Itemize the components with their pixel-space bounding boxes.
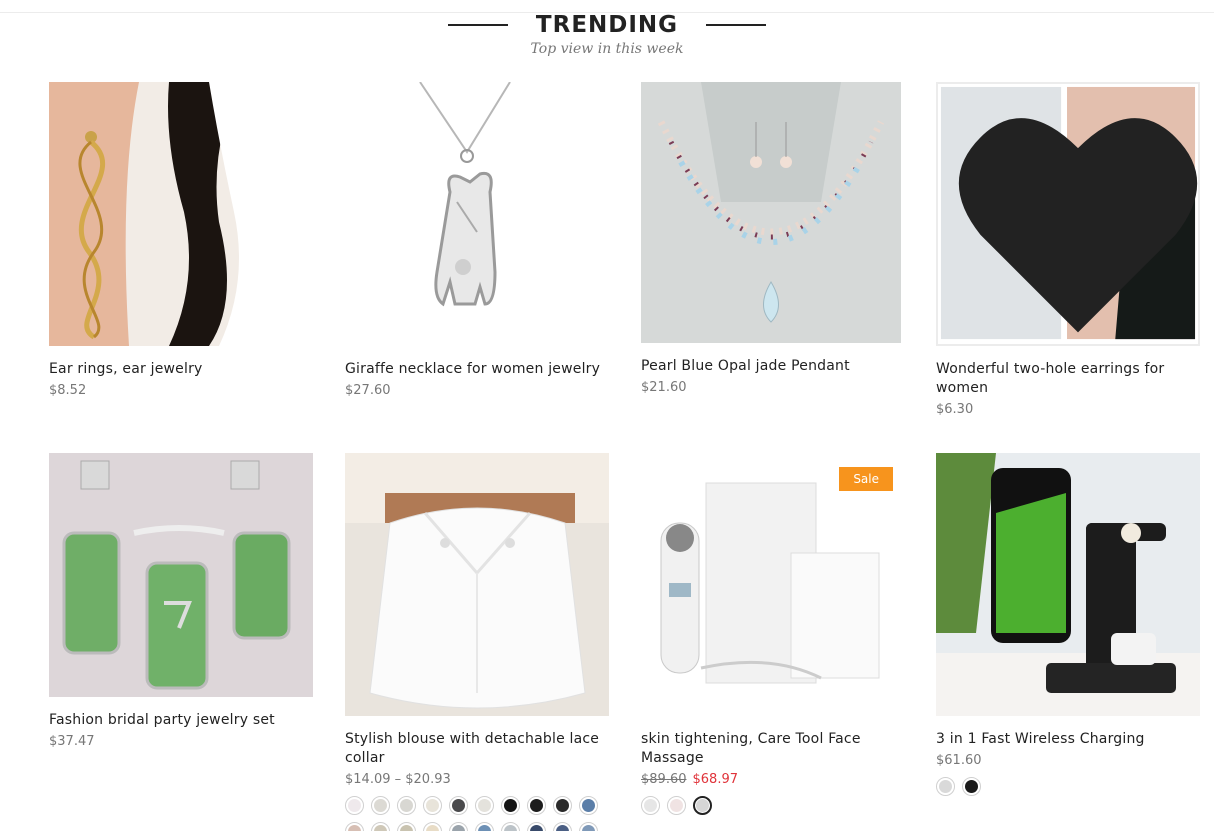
product-old-price: $89.60 [641, 772, 687, 787]
product-name[interactable]: Giraffe necklace for women jewelry [345, 360, 609, 379]
color-swatch[interactable] [475, 796, 494, 815]
product-image-wireless-charger[interactable] [936, 453, 1200, 716]
section-title: TRENDING [535, 12, 679, 38]
product-image-earring[interactable] [49, 82, 313, 346]
product-card[interactable]: Ear rings, ear jewelry $8.52 [49, 82, 313, 400]
product-card[interactable]: Stylish blouse with detachable lace coll… [345, 453, 609, 831]
color-swatch[interactable] [553, 796, 572, 815]
color-swatch[interactable] [641, 796, 660, 815]
product-price: $6.30 [936, 402, 974, 417]
color-swatch[interactable] [475, 822, 494, 831]
color-swatch[interactable] [553, 822, 572, 831]
color-swatch[interactable] [397, 822, 416, 831]
product-card[interactable]: Fashion bridal party jewelry set $37.47 [49, 453, 313, 751]
product-name[interactable]: 3 in 1 Fast Wireless Charging [936, 730, 1200, 749]
color-swatch[interactable] [371, 796, 390, 815]
product-name[interactable]: Wonderful two-hole earrings for women [936, 360, 1200, 398]
product-name[interactable]: Stylish blouse with detachable lace coll… [345, 730, 609, 768]
product-card[interactable]: Wonderful two-hole earrings for women $6… [936, 82, 1200, 419]
color-swatch[interactable] [579, 796, 598, 815]
product-price: $61.60 [936, 753, 982, 768]
color-swatch[interactable] [501, 796, 520, 815]
product-name[interactable]: Fashion bridal party jewelry set [49, 711, 313, 730]
product-image-chain-earrings[interactable] [936, 82, 1200, 346]
product-image-face-massager[interactable]: Sale [641, 453, 905, 716]
heart-icon[interactable] [948, 94, 1200, 346]
color-swatch[interactable] [936, 777, 955, 796]
color-swatch[interactable] [371, 822, 390, 831]
product-price: $89.60 $68.97 [641, 771, 905, 789]
product-image-jade-set[interactable] [49, 453, 313, 697]
color-swatches [641, 796, 911, 815]
product-name[interactable]: skin tightening, Care Tool Face Massage [641, 730, 905, 768]
color-swatches [936, 777, 1206, 796]
color-swatch[interactable] [579, 822, 598, 831]
product-image-pearl-necklace[interactable] [641, 82, 901, 343]
color-swatch[interactable] [345, 796, 364, 815]
heading-rule-left [447, 24, 508, 26]
color-swatch[interactable] [423, 796, 442, 815]
product-sale-price: $68.97 [692, 772, 739, 787]
product-card[interactable]: Pearl Blue Opal jade Pendant $21.60 [641, 82, 905, 397]
product-card[interactable]: Sale skin tightening, Care Tool Face Mas… [641, 453, 905, 815]
color-swatches [345, 796, 615, 831]
product-card[interactable]: Giraffe necklace for women jewelry $27.6… [345, 82, 609, 400]
color-swatch[interactable] [527, 822, 546, 831]
heading-rule-right [706, 24, 767, 26]
product-price: $27.60 [345, 383, 391, 398]
section-heading: TRENDING Top view in this week [0, 10, 1214, 57]
color-swatch[interactable] [693, 796, 712, 815]
color-swatch[interactable] [345, 822, 364, 831]
product-image-giraffe[interactable] [345, 82, 609, 346]
product-card[interactable]: 3 in 1 Fast Wireless Charging $61.60 [936, 453, 1200, 796]
product-price: $8.52 [49, 383, 87, 398]
sale-badge: Sale [839, 467, 893, 491]
section-subtitle: Top view in this week [530, 41, 684, 57]
color-swatch[interactable] [501, 822, 520, 831]
color-swatch[interactable] [449, 822, 468, 831]
product-price: $14.09 – $20.93 [345, 772, 451, 787]
color-swatch[interactable] [667, 796, 686, 815]
product-name[interactable]: Pearl Blue Opal jade Pendant [641, 357, 905, 376]
color-swatch[interactable] [397, 796, 416, 815]
product-price: $37.47 [49, 734, 95, 749]
color-swatch[interactable] [527, 796, 546, 815]
color-swatch[interactable] [962, 777, 981, 796]
product-price: $21.60 [641, 380, 687, 395]
product-image-lace-collar[interactable] [345, 453, 609, 716]
product-name[interactable]: Ear rings, ear jewelry [49, 360, 313, 379]
color-swatch[interactable] [423, 822, 442, 831]
color-swatch[interactable] [449, 796, 468, 815]
